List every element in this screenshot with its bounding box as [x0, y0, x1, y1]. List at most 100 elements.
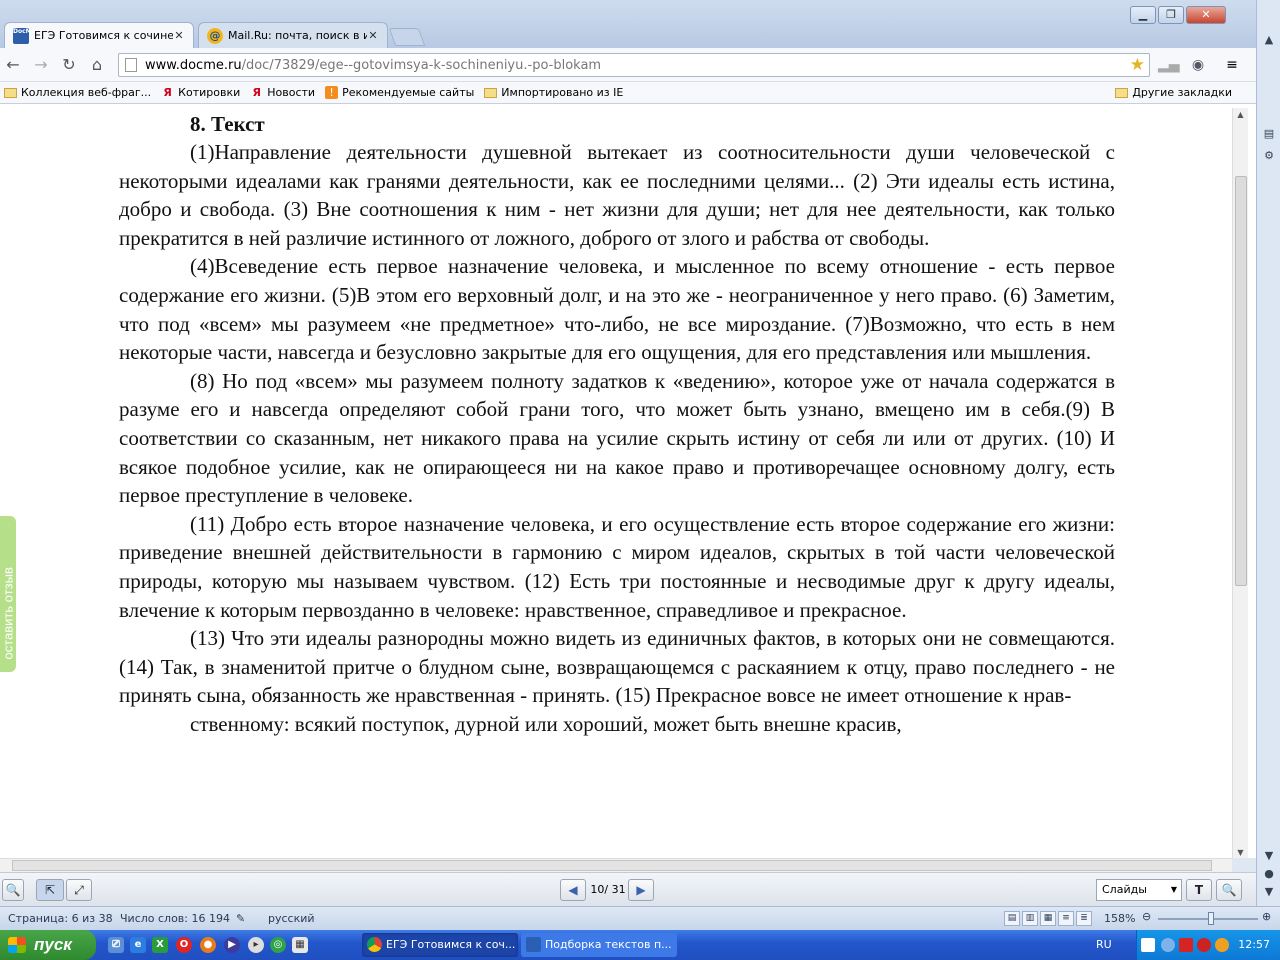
- vertical-scrollbar[interactable]: ▲ ▼: [1232, 108, 1248, 858]
- screen: DocMe ЕГЭ Готовимся к сочинени ✕ @ Mail.…: [0, 0, 1280, 960]
- bookmark-label: Импортировано из IE: [501, 86, 624, 99]
- pane-ruler-icon[interactable]: ▤: [1261, 126, 1277, 142]
- signal-bars-icon[interactable]: ▂▄: [1158, 56, 1180, 74]
- paragraph: (1)Направление деятельности душевной выт…: [119, 140, 1115, 250]
- paragraph: (13) Что эти идеалы разнородны можно вид…: [119, 626, 1115, 708]
- input-language[interactable]: RU: [1096, 938, 1112, 951]
- browser-tabstrip: DocMe ЕГЭ Готовимся к сочинени ✕ @ Mail.…: [0, 0, 1256, 48]
- search-icon[interactable]: 🔍: [1216, 879, 1242, 901]
- view-mode-value: Слайды: [1102, 883, 1147, 896]
- other-bookmarks[interactable]: Другие закладки: [1115, 86, 1232, 99]
- bookmark-item[interactable]: Я Новости: [250, 86, 316, 99]
- minimize-icon[interactable]: ▁: [1130, 6, 1156, 24]
- recommended-icon: !: [325, 86, 339, 99]
- help-icon[interactable]: [1141, 938, 1155, 952]
- quicklaunch-firefox-icon[interactable]: ●: [200, 937, 216, 953]
- quicklaunch-opera-icon[interactable]: O: [176, 937, 192, 953]
- mailru-favicon-icon: @: [207, 27, 223, 44]
- pan-tool-icon[interactable]: ⇱: [36, 879, 64, 901]
- quicklaunch-media-icon[interactable]: ▶: [224, 937, 240, 953]
- close-window-icon[interactable]: ✕: [1186, 6, 1226, 24]
- bookmark-label: Котировки: [178, 86, 241, 99]
- new-tab-button[interactable]: [388, 28, 426, 46]
- window-controls: ▁ ❐ ✕: [1130, 6, 1226, 24]
- scroll-up-icon[interactable]: ▲: [1233, 108, 1248, 122]
- quicklaunch-player-icon[interactable]: ▸: [248, 937, 264, 953]
- tab-mailru[interactable]: @ Mail.Ru: почта, поиск в инт ✕: [198, 22, 388, 48]
- quicklaunch-ie-icon[interactable]: e: [130, 937, 146, 953]
- task-label: Подборка текстов п...: [545, 938, 672, 951]
- outline-icon[interactable]: ≡: [1058, 911, 1074, 926]
- quicklaunch-chrome-icon[interactable]: ◎: [270, 937, 286, 953]
- antivirus-icon[interactable]: [1179, 938, 1193, 952]
- forward-arrow-icon[interactable]: →: [30, 55, 52, 75]
- page-count[interactable]: Страница: 6 из 38: [8, 912, 113, 925]
- print-layout-icon[interactable]: ▤: [1004, 911, 1020, 926]
- menu-wrench-icon[interactable]: ≡: [1222, 56, 1242, 74]
- zoom-level[interactable]: 158%: [1104, 912, 1135, 925]
- pane-next-icon[interactable]: ▼: [1261, 884, 1277, 900]
- page-indicator: 10/ 31: [590, 883, 626, 896]
- tab-docme[interactable]: DocMe ЕГЭ Готовимся к сочинени ✕: [4, 22, 194, 48]
- tab-close-icon[interactable]: ✕: [173, 29, 185, 42]
- next-page-button[interactable]: ▶: [628, 879, 654, 901]
- horizontal-scrollbar[interactable]: [0, 858, 1232, 872]
- bookmarks-bar: Коллекция веб-фраг... Я Котировки Я Новост…: [0, 82, 1256, 104]
- quicklaunch-desktop-icon[interactable]: ⎚: [108, 937, 124, 953]
- prev-page-button[interactable]: ◀: [560, 879, 586, 901]
- pane-tool-icon[interactable]: ⚙: [1261, 148, 1277, 164]
- bookmark-item[interactable]: ! Рекомендуемые сайты: [325, 86, 474, 99]
- task-label: ЕГЭ Готовимся к соч...: [386, 938, 516, 951]
- restore-icon[interactable]: ❐: [1158, 6, 1184, 24]
- pane-arrow-icon[interactable]: ▲: [1261, 32, 1277, 48]
- feedback-label: оставить отзыв: [0, 567, 16, 660]
- feedback-tab[interactable]: оставить отзыв: [0, 516, 16, 672]
- document-viewport[interactable]: 8. Текст (1)Направление деятельности душ…: [0, 104, 1256, 858]
- zoom-out-icon[interactable]: ⊖: [1142, 910, 1151, 923]
- collapse-tray-icon[interactable]: [1161, 938, 1175, 952]
- scroll-thumb[interactable]: [1235, 176, 1247, 586]
- text-tool-icon[interactable]: T: [1186, 879, 1212, 901]
- viewer-toolbar: 🔍 ⇱ ⤢ ◀ 10/ 31 ▶ Слайды ▼ T 🔍: [0, 872, 1256, 906]
- bookmark-item[interactable]: Я Котировки: [161, 86, 240, 99]
- office-side-pane: ▲ ▤ ⚙ ▼ ● ▼: [1256, 0, 1280, 906]
- bookmark-item[interactable]: Коллекция веб-фраг...: [4, 86, 151, 99]
- word-icon: [526, 937, 541, 952]
- pane-dot-icon[interactable]: ●: [1261, 866, 1277, 882]
- draft-icon[interactable]: ≣: [1076, 911, 1092, 926]
- docme-favicon-icon: DocMe: [13, 27, 36, 44]
- taskbar-item-word[interactable]: Подборка текстов п...: [521, 933, 677, 957]
- quicklaunch-calc-icon[interactable]: ▦: [292, 937, 308, 953]
- tab-close-icon[interactable]: ✕: [367, 29, 379, 42]
- zoom-knob[interactable]: [1208, 912, 1214, 925]
- bookmark-star-icon[interactable]: ★: [1130, 55, 1145, 75]
- back-arrow-icon[interactable]: ←: [2, 55, 24, 75]
- start-button[interactable]: пуск: [0, 930, 96, 960]
- quicklaunch-excel-icon[interactable]: X: [152, 937, 168, 953]
- pane-down-icon[interactable]: ▼: [1261, 848, 1277, 864]
- extension-eye-icon[interactable]: ◉: [1188, 56, 1208, 74]
- view-mode-select[interactable]: Слайды ▼: [1096, 879, 1182, 901]
- paragraph: (11) Добро есть второе назначение челове…: [119, 511, 1115, 622]
- spellcheck-icon[interactable]: ✎: [236, 912, 245, 925]
- zoom-in-icon[interactable]: ⊕: [1262, 910, 1271, 923]
- home-icon[interactable]: ⌂: [86, 55, 108, 75]
- address-bar[interactable]: www.docme.ru/doc/73829/ege--gotovimsya-k…: [118, 53, 1150, 77]
- word-status-bar: Страница: 6 из 38 Число слов: 16 194 ✎ р…: [0, 906, 1280, 930]
- taskbar-item-browser[interactable]: ЕГЭ Готовимся к соч...: [362, 933, 518, 957]
- reading-layout-icon[interactable]: ▥: [1022, 911, 1038, 926]
- fullscreen-icon[interactable]: ⤢: [66, 879, 92, 901]
- tray-app-icon[interactable]: [1197, 938, 1211, 952]
- windows-taskbar: пуск ⎚ e X O ● ▶ ▸ ◎ ▦ ЕГЭ Готовимся к с…: [0, 930, 1280, 960]
- zoom-slider[interactable]: [1158, 912, 1258, 925]
- language-label[interactable]: русский: [268, 912, 315, 925]
- tray-notify-icon[interactable]: [1215, 938, 1229, 952]
- bookmark-item[interactable]: Импортировано из IE: [484, 86, 623, 99]
- word-count[interactable]: Число слов: 16 194: [120, 912, 230, 925]
- hscroll-thumb[interactable]: [12, 860, 1212, 871]
- scroll-down-icon[interactable]: ▼: [1233, 846, 1248, 858]
- clock: 12:57: [1238, 938, 1270, 951]
- web-layout-icon[interactable]: ▦: [1040, 911, 1056, 926]
- reload-icon[interactable]: ↻: [58, 55, 80, 75]
- zoom-icon[interactable]: 🔍: [2, 879, 24, 901]
